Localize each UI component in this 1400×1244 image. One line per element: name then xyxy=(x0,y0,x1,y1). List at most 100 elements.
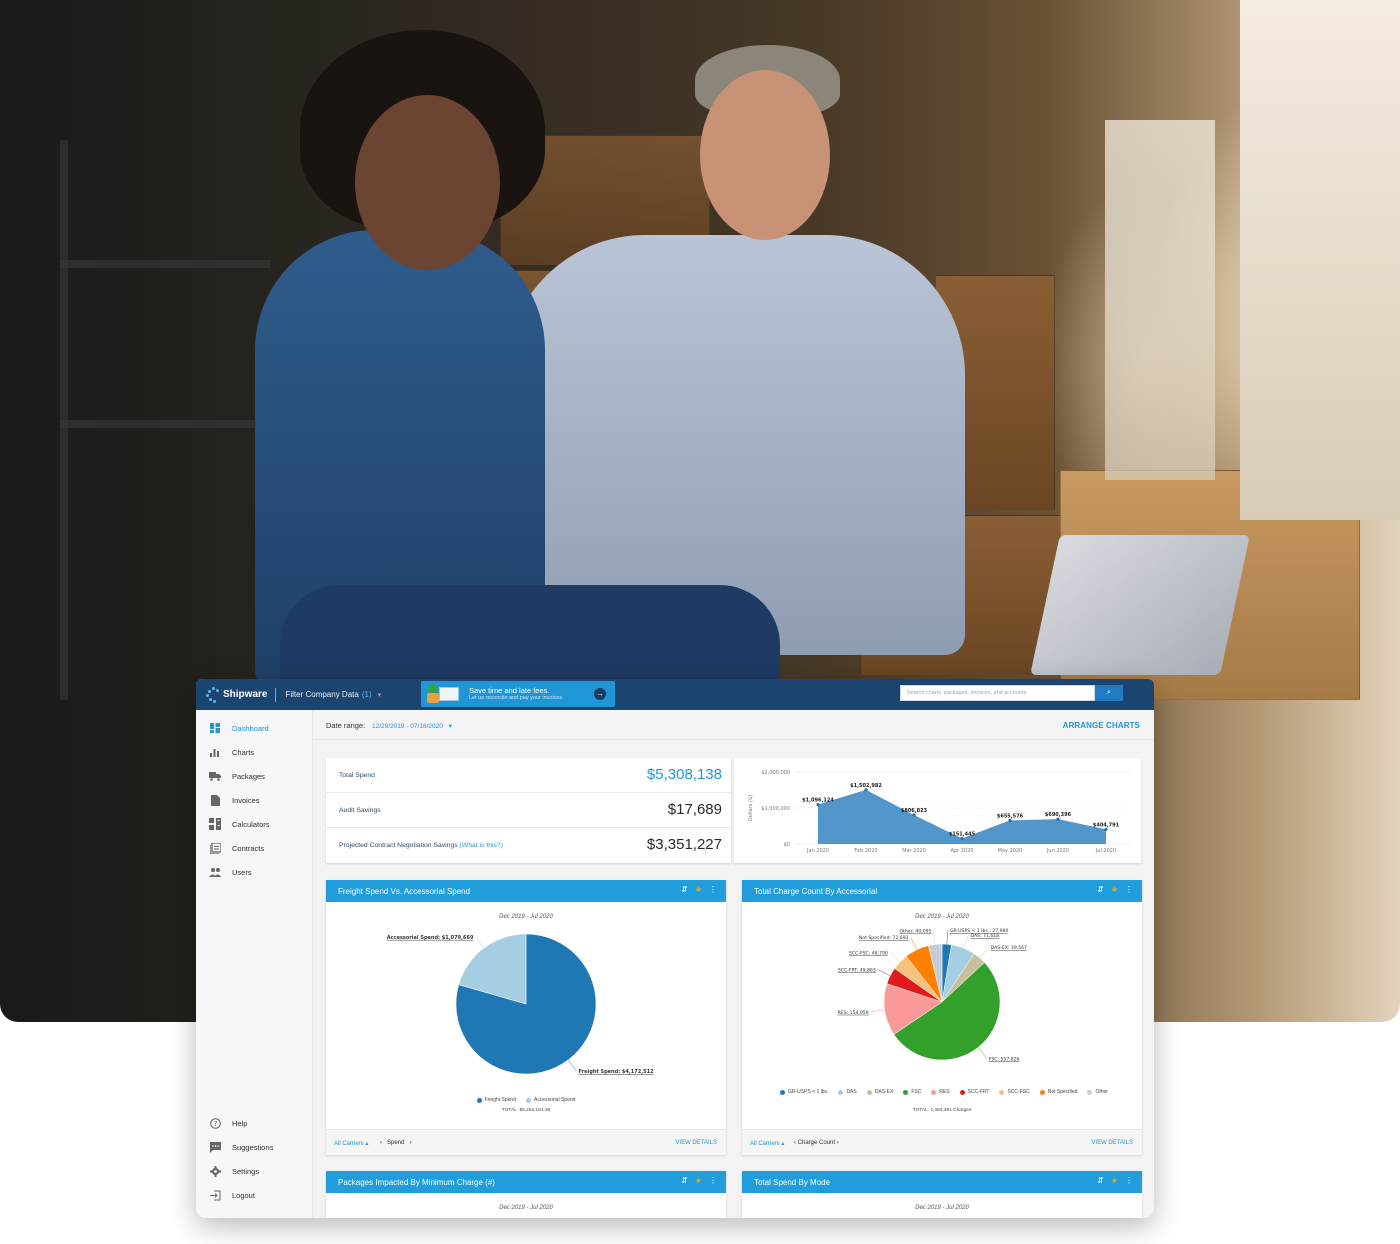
view-details-link[interactable]: VIEW DETAILS xyxy=(1091,1140,1133,1146)
metric-switcher[interactable]: ‹ Spend › xyxy=(380,1140,411,1146)
contracts-icon xyxy=(209,842,221,854)
kpi-panel: Total Spend $5,308,138 Audit Savings $17… xyxy=(326,758,731,863)
more-options-icon[interactable]: ⋮ xyxy=(709,1176,717,1185)
main-content: Date range: 12/29/2019 - 07/18/2020 ▾ AR… xyxy=(313,710,1154,1218)
legend-label: FSC xyxy=(911,1089,922,1095)
legend-item[interactable]: Freight Spend xyxy=(476,1097,516,1103)
legend-item[interactable]: DAS xyxy=(838,1089,857,1095)
label-connector xyxy=(475,936,485,949)
sidebar-item-label: Logout xyxy=(232,1190,255,1200)
sidebar-item-settings[interactable]: Settings xyxy=(196,1161,313,1181)
legend-item[interactable]: FSC xyxy=(903,1089,921,1095)
legend-item[interactable]: Not Specified xyxy=(1039,1089,1077,1095)
kpi-value: $17,689 xyxy=(667,801,722,818)
legend-item[interactable]: Other xyxy=(1087,1089,1108,1095)
sidebar-item-packages[interactable]: Packages xyxy=(196,766,313,786)
sidebar-item-users[interactable]: Users xyxy=(196,862,313,882)
card-subtitle: Dec 2019 - Jul 2020 xyxy=(499,1205,553,1211)
carrier-filter-dropdown[interactable]: All Carriers ▴ xyxy=(334,1140,368,1147)
truck-icon xyxy=(209,770,221,782)
kpi-total-spend: Total Spend $5,308,138 xyxy=(326,758,731,793)
kpi-audit-savings: Audit Savings $17,689 xyxy=(326,793,731,828)
search-input[interactable]: Search charts, packages, invoices, and a… xyxy=(900,685,1095,701)
carrier-filter-dropdown[interactable]: All Carriers ▴ xyxy=(750,1140,784,1147)
legend-item[interactable]: GR-USPS < 1 lbs. xyxy=(780,1089,828,1095)
legend-item[interactable]: SCC-FRT xyxy=(959,1089,989,1095)
promo-banner[interactable]: Save time and late fees. Let us reconcil… xyxy=(421,681,615,707)
card-header: Total Spend By Mode ⇵ ★ ⋮ xyxy=(742,1171,1142,1193)
legend-item[interactable]: DAS-EX xyxy=(866,1089,893,1095)
metric-label: Charge Count xyxy=(797,1140,836,1146)
sort-icon[interactable]: ⇵ xyxy=(681,1176,688,1185)
view-details-link[interactable]: VIEW DETAILS xyxy=(675,1140,717,1146)
chevron-down-icon: ▾ xyxy=(377,691,382,699)
sidebar-item-help[interactable]: ? Help xyxy=(196,1113,313,1133)
label-connector xyxy=(889,952,901,963)
kpi-label: Projected Contract Negotiation Savings xyxy=(339,842,458,849)
sidebar-item-logout[interactable]: Logout xyxy=(196,1185,313,1205)
bar-chart-icon xyxy=(209,746,221,758)
sidebar-item-charts[interactable]: Charts xyxy=(196,742,313,762)
arrange-charts-button[interactable]: ARRANGE CHARTS xyxy=(1063,721,1140,730)
date-range-label: Date range: xyxy=(326,721,366,730)
legend-item[interactable]: RES xyxy=(931,1089,950,1095)
data-label: $1,096,124 xyxy=(802,798,834,804)
star-icon[interactable]: ★ xyxy=(1111,885,1118,894)
x-tick-label: Jun 2020 xyxy=(1046,848,1069,854)
sidebar-item-suggestions[interactable]: Suggestions xyxy=(196,1137,313,1157)
sidebar: Dashboard Charts Packages Invoices Calcu… xyxy=(196,710,313,1218)
sidebar-item-invoices[interactable]: Invoices xyxy=(196,790,313,810)
promo-subtitle: Let us reconcile and pay your invoices xyxy=(469,695,563,702)
more-options-icon[interactable]: ⋮ xyxy=(1125,1176,1133,1185)
woman-face xyxy=(355,95,500,270)
carrier-filter-label: All Carriers xyxy=(750,1141,780,1147)
legend-item[interactable]: Accessorial Spend xyxy=(526,1097,575,1103)
brand-logo[interactable]: Shipware xyxy=(206,686,268,703)
shelf-bar xyxy=(60,420,270,428)
date-range-picker[interactable]: 12/29/2019 - 07/18/2020 ▾ xyxy=(372,722,452,730)
sidebar-item-dashboard[interactable]: Dashboard xyxy=(196,718,313,738)
label-connector xyxy=(877,969,891,977)
sort-icon[interactable]: ⇵ xyxy=(1097,1176,1104,1185)
x-tick-label: May 2020 xyxy=(998,848,1023,854)
y-tick-label: $1,000,000 xyxy=(761,806,790,812)
more-options-icon[interactable]: ⋮ xyxy=(709,885,717,894)
sidebar-item-calculators[interactable]: Calculators xyxy=(196,814,313,834)
divider xyxy=(275,687,277,702)
x-tick-label: Mar 2020 xyxy=(902,848,926,854)
legend-swatch xyxy=(959,1089,965,1095)
svg-text:?: ? xyxy=(213,1120,217,1128)
legend-swatch xyxy=(999,1089,1005,1095)
sidebar-item-label: Packages xyxy=(232,771,265,781)
sidebar-item-contracts[interactable]: Contracts xyxy=(196,838,313,858)
legend-swatch xyxy=(526,1097,531,1103)
search-button[interactable]: ⌕ xyxy=(1095,685,1123,701)
star-icon[interactable]: ★ xyxy=(1111,1176,1118,1185)
sidebar-item-label: Settings xyxy=(232,1166,260,1176)
data-label: $404,791 xyxy=(1093,822,1120,828)
star-icon[interactable]: ★ xyxy=(695,1176,702,1185)
brand-name: Shipware xyxy=(223,689,268,700)
filter-label: Filter Company Data xyxy=(285,690,359,699)
legend-swatch xyxy=(1087,1089,1093,1095)
card-title: Freight Spend Vs. Accessorial Spend xyxy=(338,886,471,896)
what-is-this-link[interactable]: (What is this?) xyxy=(460,842,503,849)
more-options-icon[interactable]: ⋮ xyxy=(1125,885,1133,894)
chat-icon xyxy=(209,1141,221,1153)
sort-icon[interactable]: ⇵ xyxy=(1097,885,1104,894)
card-header: Packages Impacted By Minimum Charge (#) … xyxy=(326,1171,726,1193)
label-connector xyxy=(946,930,949,945)
card-header: Total Charge Count By Accessorial ⇵ ★ ⋮ xyxy=(742,880,1142,902)
legend-swatch xyxy=(903,1089,909,1095)
legend-item[interactable]: SCC-FSC xyxy=(999,1089,1030,1095)
y-axis-label: Dollars ($) xyxy=(748,795,754,821)
star-icon[interactable]: ★ xyxy=(695,885,702,894)
metric-switcher[interactable]: ‹ Charge Count › xyxy=(794,1140,839,1146)
arrow-right-icon[interactable]: → xyxy=(594,688,606,700)
x-tick-label: Jul 2020 xyxy=(1095,848,1116,854)
users-icon xyxy=(209,866,221,878)
charge-count-pie-chart: GR-USPS < 1 lbs.: 27,980DAS: 71,618DAS-E… xyxy=(838,928,1027,1062)
filter-company-data-dropdown[interactable]: Filter Company Data (1) ▾ xyxy=(285,690,381,699)
sort-icon[interactable]: ⇵ xyxy=(681,885,688,894)
legend-swatch xyxy=(780,1089,785,1095)
